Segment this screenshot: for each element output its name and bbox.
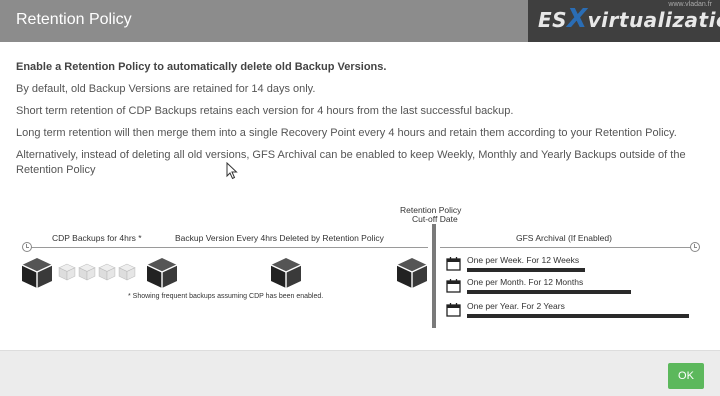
small-backup-box-icon	[78, 263, 96, 281]
small-backup-box-icon	[118, 263, 136, 281]
gfs-yearly-text: One per Year. For 2 Years	[467, 301, 565, 311]
gfs-monthly: One per Month. For 12 Months	[446, 277, 696, 297]
calendar-icon	[446, 279, 461, 293]
clock-icon	[22, 242, 32, 252]
ok-button[interactable]: OK	[668, 363, 704, 389]
timeline-left	[28, 247, 428, 248]
clock-icon	[690, 242, 700, 252]
backup-box-icon	[21, 258, 53, 288]
long-term-text: Long term retention will then merge them…	[16, 127, 677, 139]
backup-box-icon	[396, 258, 428, 288]
gfs-monthly-text: One per Month. For 12 Months	[467, 277, 584, 287]
deleted-versions-label: Backup Version Every 4hrs Deleted by Ret…	[175, 233, 384, 243]
small-backup-box-icon	[58, 263, 76, 281]
gfs-weekly-text: One per Week. For 12 Weeks	[467, 255, 580, 265]
gfs-archival-label: GFS Archival (If Enabled)	[516, 233, 612, 243]
default-retention-text: By default, old Backup Versions are reta…	[16, 83, 316, 95]
calendar-icon	[446, 303, 461, 317]
gfs-yearly-bar	[467, 314, 689, 318]
gfs-yearly: One per Year. For 2 Years	[446, 301, 696, 321]
dialog-footer: OK	[0, 350, 720, 396]
dialog-body: Enable a Retention Policy to automatical…	[16, 60, 706, 185]
gfs-weekly-bar	[467, 268, 585, 272]
gfs-alternative-text: Alternatively, instead of deleting all o…	[16, 149, 686, 176]
timeline-right	[440, 247, 696, 248]
small-backup-box-icon	[98, 263, 116, 281]
calendar-icon	[446, 257, 461, 271]
backup-box-icon	[146, 258, 178, 288]
lead-text: Enable a Retention Policy to automatical…	[16, 61, 387, 73]
cdp-footnote: * Showing frequent backups assuming CDP …	[128, 293, 324, 300]
dialog-title: Retention Policy	[16, 11, 132, 28]
cdp-backups-label: CDP Backups for 4hrs *	[52, 233, 142, 243]
cutoff-divider	[432, 224, 436, 328]
retention-diagram: Retention Policy Cut-off Date CDP Backup…	[0, 200, 720, 340]
mouse-cursor-icon	[226, 162, 238, 180]
short-term-text: Short term retention of CDP Backups reta…	[16, 105, 514, 117]
gfs-weekly: One per Week. For 12 Weeks	[446, 255, 696, 275]
gfs-monthly-bar	[467, 290, 631, 294]
backup-box-icon	[270, 258, 302, 288]
watermark-logo: ESXvirtualization www.vladan.fr	[528, 0, 720, 42]
cutoff-label-2: Cut-off Date	[412, 214, 458, 224]
watermark-site: www.vladan.fr	[668, 1, 712, 8]
